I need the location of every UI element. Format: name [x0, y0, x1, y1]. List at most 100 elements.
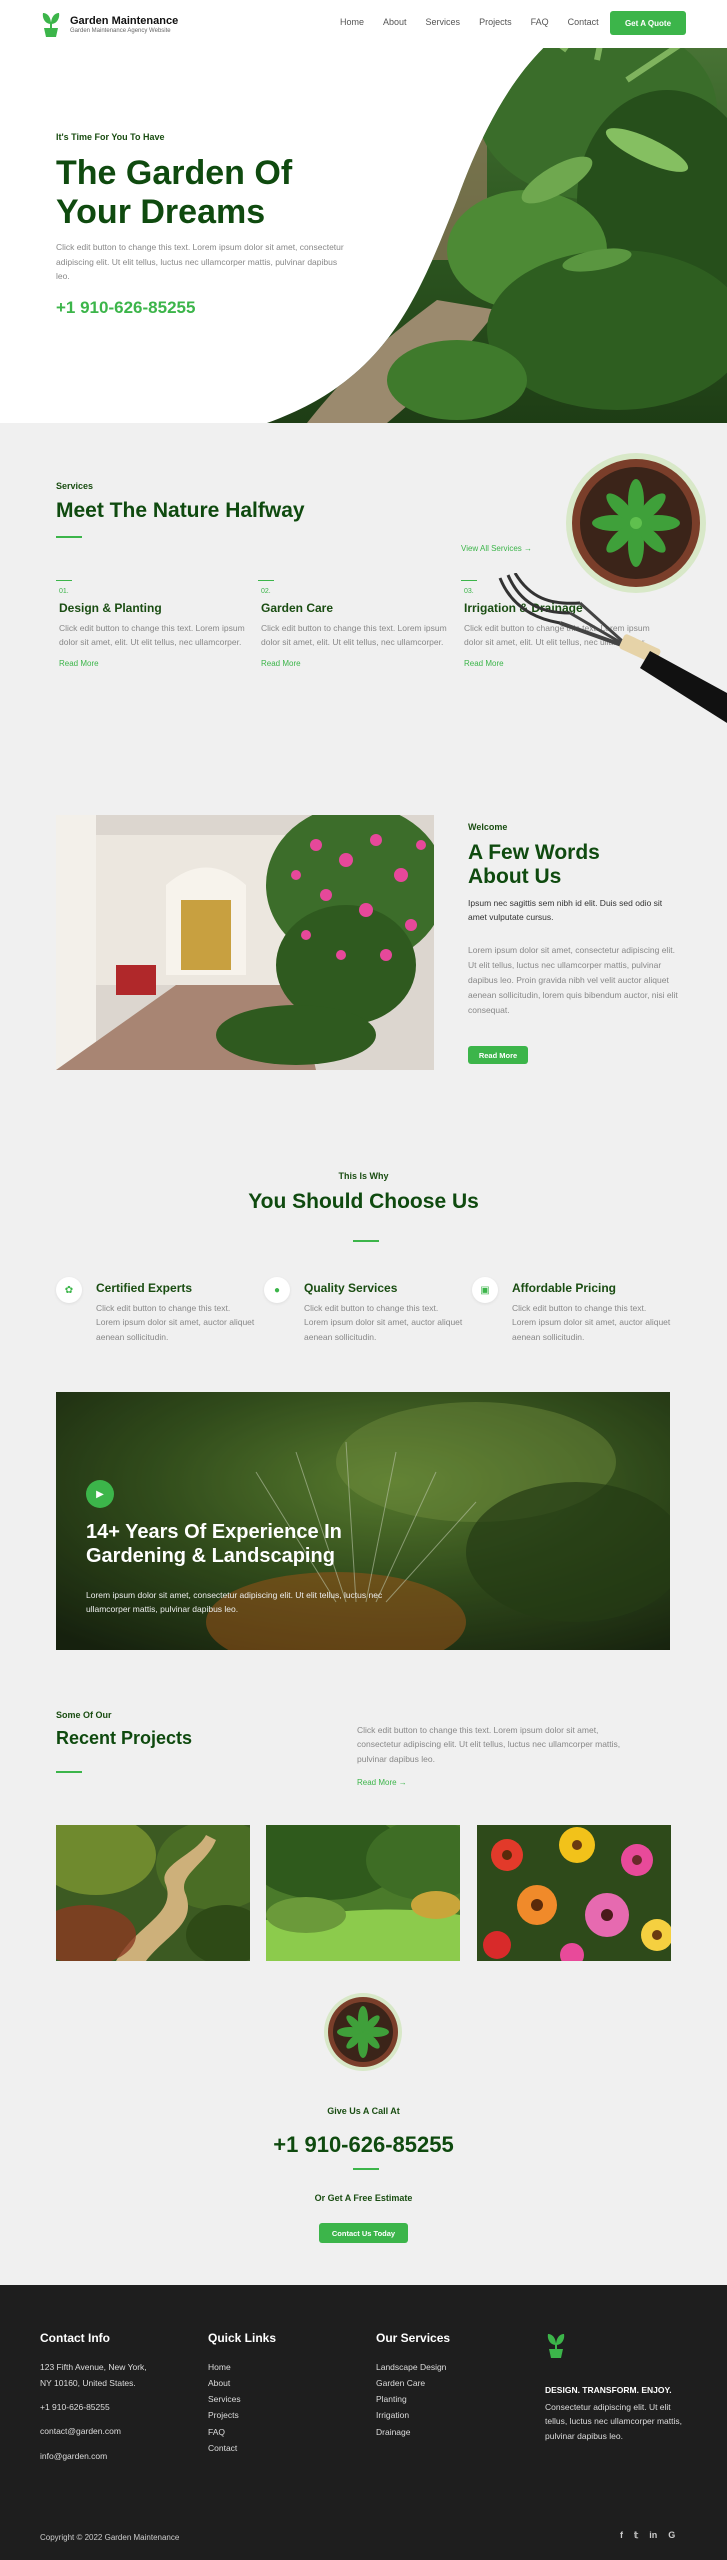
services-kicker: Services — [56, 481, 94, 491]
service-desc: Click edit button to change this text. L… — [59, 623, 245, 648]
service-read-more[interactable]: Read More — [261, 659, 451, 668]
footer-link-contact[interactable]: Contact — [208, 2440, 276, 2456]
service-rule — [258, 580, 274, 581]
nav-home[interactable]: Home — [340, 17, 364, 27]
about-kicker: Welcome — [468, 822, 508, 832]
footer-link-home[interactable]: Home — [208, 2359, 276, 2375]
leaf-icon: ✿ — [56, 1277, 82, 1303]
service-card-care: 02. Garden Care Click edit button to cha… — [261, 588, 451, 668]
hero-kicker: It's Time For You To Have — [56, 132, 165, 142]
footer-about: Consectetur adipiscing elit. Ut elit tel… — [545, 2402, 682, 2441]
experience-title-line1: 14+ Years Of Experience In — [86, 1521, 342, 1543]
call-section: Give Us A Call At +1 910-626-85255 Or Ge… — [0, 1985, 727, 2285]
social-links: f 𝕥 in G — [620, 2530, 675, 2541]
feature-title: Certified Experts — [96, 1281, 193, 1295]
nav-services[interactable]: Services — [426, 17, 461, 27]
site-footer: Contact Info 123 Fifth Avenue, New York,… — [0, 2285, 727, 2560]
why-title: You Should Choose Us — [248, 1190, 479, 1213]
about-section: Welcome A Few Words About Us Ipsum nec s… — [0, 795, 727, 1095]
site-header: Garden Maintenance Garden Maintenance Ag… — [0, 0, 727, 48]
projects-read-more-link[interactable]: Read More → — [357, 1778, 407, 1787]
service-number: 02. — [261, 588, 271, 595]
about-title-line1: A Few Words — [468, 841, 600, 864]
service-rule — [56, 580, 72, 581]
footer-service-drainage[interactable]: Drainage — [376, 2424, 450, 2440]
about-title: A Few Words About Us — [468, 841, 668, 889]
tag-icon: ▣ — [472, 1277, 498, 1303]
footer-tagline: DESIGN. TRANSFORM. ENJOY. — [545, 2385, 672, 2395]
footer-email-info[interactable]: info@garden.com — [40, 2448, 147, 2464]
footer-link-services[interactable]: Services — [208, 2391, 276, 2407]
why-kicker: This Is Why — [338, 1171, 389, 1181]
projects-underline — [56, 1771, 82, 1773]
hero-title: The Garden Of Your Dreams — [56, 154, 356, 232]
footer-services: Our Services Landscape Design Garden Car… — [376, 2331, 450, 2440]
project-image-lawn[interactable] — [266, 1825, 460, 1961]
service-card-design: 01. Design & Planting Click edit button … — [59, 588, 249, 668]
footer-link-about[interactable]: About — [208, 2375, 276, 2391]
service-rule — [461, 580, 477, 581]
hero-section: It's Time For You To Have The Garden Of … — [0, 48, 727, 423]
footer-service-planting[interactable]: Planting — [376, 2391, 450, 2407]
service-title: Design & Planting — [59, 601, 162, 615]
play-video-button[interactable]: ▶ — [86, 1480, 114, 1508]
footer-email-contact[interactable]: contact@garden.com — [40, 2423, 147, 2439]
main-nav: Home About Services Projects FAQ Contact — [340, 17, 599, 27]
copyright: Copyright © 2022 Garden Maintenance — [40, 2533, 180, 2542]
footer-address-line1: 123 Fifth Avenue, New York, — [40, 2362, 147, 2372]
hero-description: Click edit button to change this text. L… — [56, 242, 344, 282]
footer-link-projects[interactable]: Projects — [208, 2407, 276, 2423]
experience-desc: Lorem ipsum dolor sit amet, consectetur … — [86, 1590, 383, 1615]
nav-faq[interactable]: FAQ — [531, 17, 549, 27]
hero-title-line2: Your Dreams — [56, 193, 266, 232]
nav-projects[interactable]: Projects — [479, 17, 512, 27]
house-garden-image — [56, 815, 434, 1070]
service-number: 01. — [59, 588, 69, 595]
footer-address-line2: NY 10160, United States. — [40, 2378, 136, 2389]
service-desc: Click edit button to change this text. L… — [261, 623, 447, 648]
hero-title-line1: The Garden Of — [56, 154, 293, 192]
footer-contact: Contact Info 123 Fifth Avenue, New York,… — [40, 2331, 147, 2464]
nav-about[interactable]: About — [383, 17, 407, 27]
feature-desc: Click edit button to change this text. L… — [512, 1303, 671, 1342]
about-read-more-button[interactable]: Read More — [468, 1046, 528, 1064]
nav-contact[interactable]: Contact — [568, 17, 599, 27]
google-icon[interactable]: G — [668, 2530, 675, 2541]
footer-link-faq[interactable]: FAQ — [208, 2424, 276, 2440]
garden-rake-image — [498, 573, 727, 723]
call-kicker: Give Us A Call At — [327, 2106, 400, 2116]
project-image-flowers[interactable] — [477, 1825, 671, 1961]
feature-title: Quality Services — [304, 1281, 398, 1295]
footer-service-care[interactable]: Garden Care — [376, 2375, 450, 2391]
service-title: Garden Care — [261, 601, 334, 615]
plant-logo-icon — [42, 13, 60, 37]
feature-desc: Click edit button to change this text. L… — [304, 1303, 463, 1342]
footer-contact-title: Contact Info — [40, 2331, 110, 2345]
service-read-more[interactable]: Read More — [59, 659, 249, 668]
facebook-icon[interactable]: f — [620, 2530, 623, 2541]
project-image-path[interactable] — [56, 1825, 250, 1961]
projects-desc: Click edit button to change this text. L… — [357, 1725, 621, 1764]
experience-title-line2: Gardening & Landscaping — [86, 1545, 335, 1567]
experience-section: ▶ 14+ Years Of Experience In Gardening &… — [0, 1375, 727, 1675]
services-underline — [56, 536, 82, 538]
logo[interactable]: Garden Maintenance Garden Maintenance Ag… — [40, 10, 178, 38]
why-underline — [353, 1240, 379, 1242]
footer-service-irrigation[interactable]: Irrigation — [376, 2407, 450, 2423]
experience-title: 14+ Years Of Experience In Gardening & L… — [86, 1520, 416, 1568]
twitter-icon[interactable]: 𝕥 — [634, 2530, 638, 2541]
projects-title: Recent Projects — [56, 1728, 193, 1748]
hero-phone[interactable]: +1 910-626-85255 — [56, 298, 356, 318]
view-all-services-link[interactable]: View All Services → — [461, 544, 532, 553]
linkedin-icon[interactable]: in — [649, 2530, 657, 2541]
footer-quick-links: Quick Links Home About Services Projects… — [208, 2331, 276, 2456]
feature-desc: Click edit button to change this text. L… — [96, 1303, 255, 1342]
feature-title: Affordable Pricing — [512, 1281, 617, 1295]
services-section: Services Meet The Nature Halfway View Al… — [0, 423, 727, 795]
footer-service-landscape[interactable]: Landscape Design — [376, 2359, 450, 2375]
get-quote-button[interactable]: Get A Quote — [610, 11, 686, 35]
contact-us-button[interactable]: Contact Us Today — [319, 2223, 408, 2243]
call-phone[interactable]: +1 910-626-85255 — [0, 2132, 727, 2158]
footer-phone[interactable]: +1 910-626-85255 — [40, 2399, 147, 2415]
services-title: Meet The Nature Halfway — [56, 499, 305, 522]
